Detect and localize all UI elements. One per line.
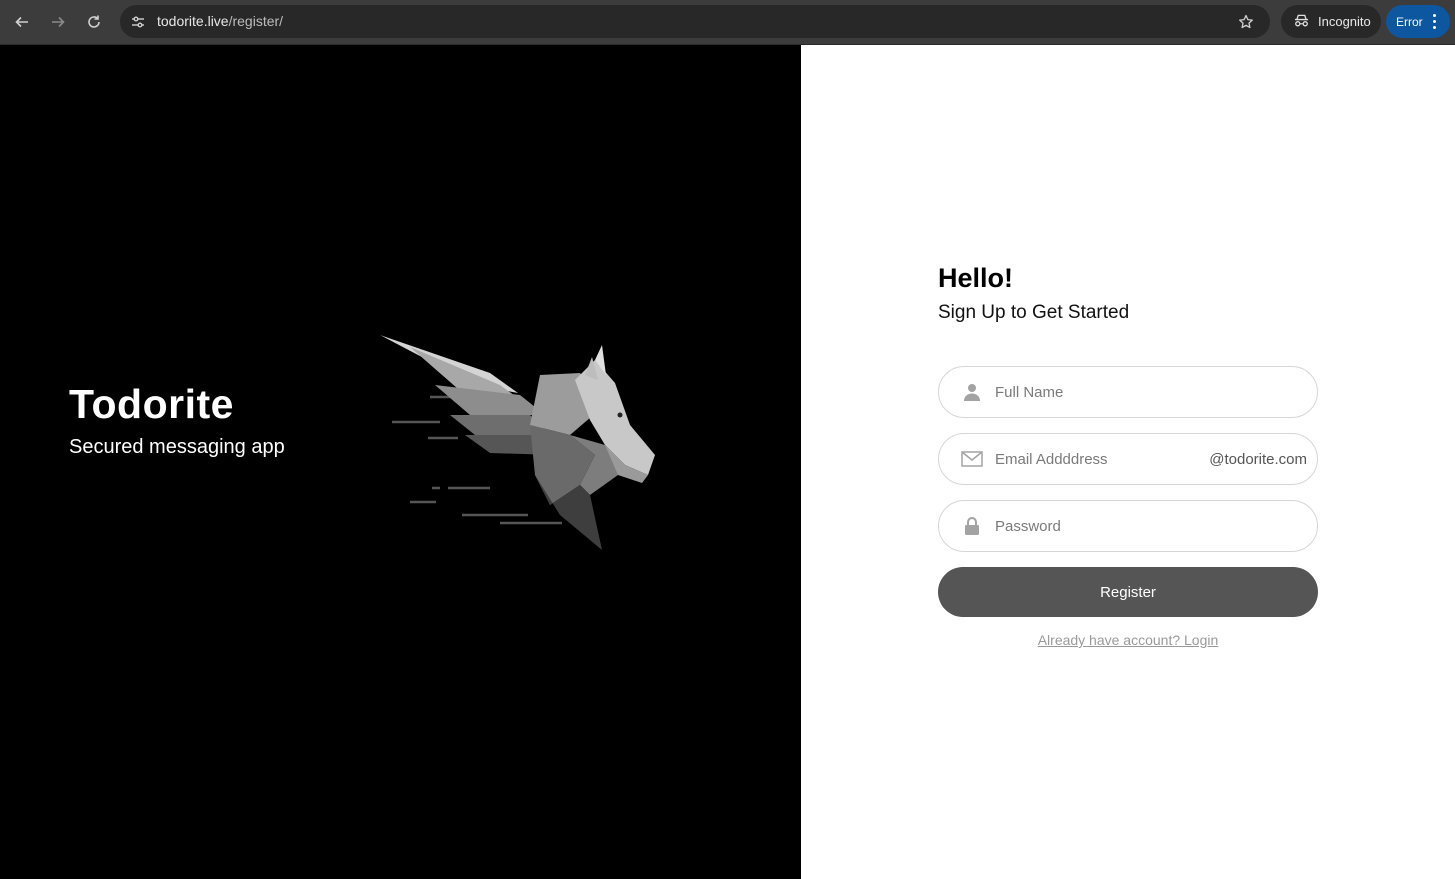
form-subheading: Sign Up to Get Started (938, 302, 1130, 323)
back-arrow-icon[interactable] (9, 9, 35, 35)
tune-icon[interactable] (128, 12, 148, 32)
brand-title: Todorite (69, 381, 234, 427)
forward-arrow-icon[interactable] (45, 9, 71, 35)
email-field[interactable]: @todorite.com (938, 433, 1318, 485)
register-panel: Hello! Sign Up to Get Started @todorite.… (801, 45, 1455, 879)
error-label: Error (1396, 14, 1423, 29)
lock-icon (961, 515, 983, 537)
password-field[interactable] (938, 500, 1318, 552)
email-domain-suffix: @todorite.com (1209, 450, 1307, 468)
email-input[interactable] (995, 450, 1195, 468)
password-input[interactable] (995, 517, 1195, 535)
register-button[interactable]: Register (938, 567, 1318, 617)
full-name-input[interactable] (995, 383, 1195, 401)
kebab-menu-icon (1432, 14, 1436, 29)
incognito-indicator[interactable]: Incognito (1281, 5, 1381, 38)
login-link[interactable]: Already have account? Login (938, 632, 1318, 648)
user-icon (961, 381, 983, 403)
envelope-icon (961, 448, 983, 470)
incognito-icon (1293, 14, 1310, 30)
error-menu-button[interactable]: Error (1386, 5, 1450, 38)
full-name-field[interactable] (938, 366, 1318, 418)
url-host: todorite.live (157, 13, 229, 29)
reload-icon[interactable] (81, 9, 107, 35)
url-path: /register/ (228, 13, 284, 29)
incognito-label: Incognito (1318, 14, 1371, 29)
brand-tagline: Secured messaging app (69, 436, 285, 458)
brand-panel: Todorite Secured messaging app (0, 45, 801, 879)
url-text[interactable]: todorite.live/register/ (157, 13, 283, 29)
browser-toolbar: todorite.live/register/ Incognito Error (0, 0, 1455, 45)
pegasus-icon (380, 335, 655, 550)
star-icon[interactable] (1236, 12, 1256, 32)
address-bar[interactable]: todorite.live/register/ (120, 5, 1270, 38)
form-heading: Hello! (938, 263, 1014, 293)
